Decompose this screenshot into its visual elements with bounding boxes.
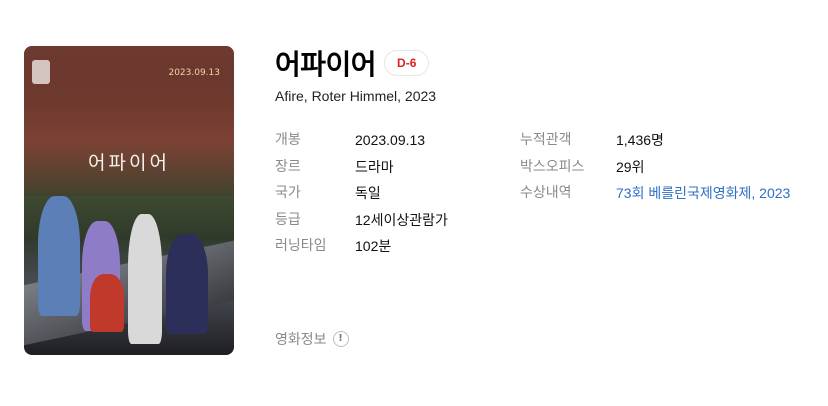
movie-info-toggle[interactable]: 영화정보 ! [275,329,349,349]
movie-info-label: 영화정보 [275,332,327,348]
award-link[interactable]: 73회 베를린국제영화제, 2023 [616,180,790,207]
info-row-audience: 누적관객 1,436명 [520,127,790,154]
info-list-right: 누적관객 1,436명 박스오피스 29위 수상내역 73회 베를린국제영화제,… [520,127,790,207]
info-list-left: 개봉 2023.09.13 장르 드라마 국가 독일 등급 12세이상관람가 러… [275,127,448,260]
poster-title: 어파이어 [88,152,170,174]
info-value: 29위 [616,158,645,175]
info-label: 박스오피스 [520,158,585,175]
info-label: 수상내역 [520,185,572,201]
festival-badge [32,60,50,84]
info-row-boxoffice: 박스오피스 29위 [520,154,790,181]
info-row-release: 개봉 2023.09.13 [275,127,448,154]
info-value: 102분 [355,238,392,254]
info-row-genre: 장르 드라마 [275,154,448,181]
title-row: 어파이어 D-6 [275,44,430,82]
dday-badge: D-6 [384,50,430,76]
poster-figure [90,274,124,332]
info-label: 장르 [275,158,301,175]
info-row-country: 국가 독일 [275,180,448,207]
info-label: 개봉 [275,132,301,148]
poster-date: 2023.09.13 [168,68,220,78]
info-label: 누적관객 [520,132,572,148]
info-label: 러닝타임 [275,238,327,254]
info-label: 등급 [275,211,301,228]
info-row-awards: 수상내역 73회 베를린국제영화제, 2023 [520,180,790,207]
info-row-rating: 등급 12세이상관람가 [275,207,448,234]
poster-figure [38,196,80,316]
info-value: 독일 [355,185,381,201]
info-value: 12세이상관람가 [355,211,448,228]
movie-poster[interactable]: 2023.09.13 어파이어 [24,46,234,355]
movie-title: 어파이어 [275,48,377,81]
poster-figure [128,214,162,344]
info-value: 드라마 [355,158,394,175]
movie-subtitle: Afire, Roter Himmel, 2023 [275,88,437,104]
poster-figure [166,234,208,334]
info-icon[interactable]: ! [332,331,349,347]
info-row-runtime: 러닝타임 102분 [275,233,448,260]
info-value: 1,436명 [616,132,664,148]
info-label: 국가 [275,185,301,201]
info-value: 2023.09.13 [355,132,426,148]
